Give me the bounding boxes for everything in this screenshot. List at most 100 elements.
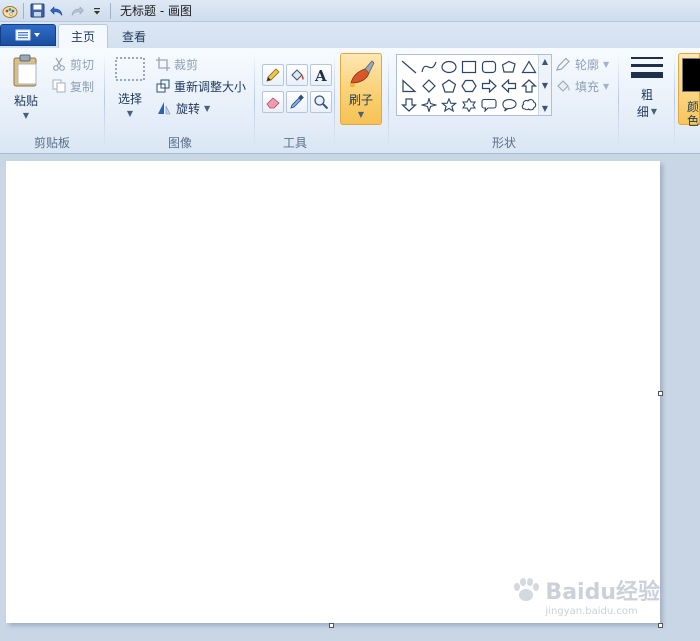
size-label-row: 细 ▼ xyxy=(637,103,657,120)
clipboard-icon xyxy=(13,54,37,87)
oval-callout-shape[interactable] xyxy=(499,95,519,114)
up-arrow-shape[interactable] xyxy=(519,76,539,95)
image-group-label: 图像 xyxy=(167,136,192,150)
ribbon: 粘贴 ▼ 剪切 复制 剪贴板 选择 ▼ 裁剪 重新调整大小 旋转 ▼ 图像 A … xyxy=(0,48,700,154)
window-title: 无标题 - 画图 xyxy=(120,4,192,18)
redo-icon[interactable] xyxy=(67,1,87,21)
copy-button[interactable]: 复制 xyxy=(52,76,94,96)
line-shape[interactable] xyxy=(399,57,419,76)
brushes-button[interactable]: 刷子 ▼ xyxy=(340,53,382,125)
copy-label: 复制 xyxy=(70,79,95,94)
brushes-dropdown-icon[interactable]: ▼ xyxy=(358,110,364,119)
size-group: 粗 细 ▼ xyxy=(620,48,674,154)
right-arrow-shape[interactable] xyxy=(479,76,499,95)
shapes-expand-icon[interactable]: ▼ xyxy=(542,104,548,113)
four-point-star-shape[interactable] xyxy=(419,95,439,114)
paste-button[interactable]: 粘贴 ▼ xyxy=(6,54,46,126)
canvas-workspace: Baidu经验 jingyan.baidu.com xyxy=(0,155,700,641)
crop-button[interactable]: 裁剪 xyxy=(156,54,198,74)
group-separator xyxy=(254,54,255,148)
color1-button[interactable]: 颜 色 xyxy=(678,53,700,128)
text-tool[interactable]: A xyxy=(310,64,332,86)
image-group: 选择 ▼ 裁剪 重新调整大小 旋转 ▼ 图像 xyxy=(106,48,254,154)
customize-qat-icon[interactable] xyxy=(87,1,107,21)
quick-access-toolbar xyxy=(0,0,114,22)
select-label: 选择 xyxy=(117,92,142,106)
fill-dropdown-icon[interactable]: ▼ xyxy=(603,82,609,91)
triangle-shape[interactable] xyxy=(519,57,539,76)
rotate-dropdown-icon[interactable]: ▼ xyxy=(204,104,210,113)
down-arrow-shape[interactable] xyxy=(399,95,419,114)
magnifier-tool[interactable] xyxy=(310,91,332,113)
baidu-watermark: Baidu经验 jingyan.baidu.com xyxy=(511,574,660,617)
rounded-callout-shape[interactable] xyxy=(479,95,499,114)
resize-label: 重新调整大小 xyxy=(174,79,247,94)
line-width-icon xyxy=(631,57,663,78)
left-arrow-shape[interactable] xyxy=(499,76,519,95)
oval-shape[interactable] xyxy=(439,57,459,76)
outline-label: 轮廓 xyxy=(575,57,600,72)
group-separator xyxy=(618,54,619,148)
watermark-brand: Baidu经验 xyxy=(545,580,660,605)
resize-icon xyxy=(156,79,170,93)
curve-shape[interactable] xyxy=(419,57,439,76)
size-button[interactable]: 粗 细 ▼ xyxy=(626,54,668,126)
crop-label: 裁剪 xyxy=(174,57,199,72)
outline-button[interactable]: 轮廓 ▼ xyxy=(556,54,609,74)
size-dropdown-icon[interactable]: ▼ xyxy=(651,107,657,116)
eraser-tool[interactable] xyxy=(262,91,284,113)
scissors-icon xyxy=(53,57,65,71)
right-triangle-shape[interactable] xyxy=(399,76,419,95)
color-picker-tool[interactable] xyxy=(286,91,308,113)
polygon-shape[interactable] xyxy=(499,57,519,76)
rounded-rectangle-shape[interactable] xyxy=(479,57,499,76)
tab-home[interactable]: 主页 xyxy=(58,24,109,48)
rectangle-shape[interactable] xyxy=(459,57,479,76)
paint-menu-button[interactable] xyxy=(0,24,56,46)
shapes-scroll-down-icon[interactable]: ▼ xyxy=(542,81,548,90)
outline-dropdown-icon[interactable]: ▼ xyxy=(603,60,609,69)
save-icon[interactable] xyxy=(27,1,47,21)
shapes-group: ▲ ▼ ▼ 轮廓 ▼ 填充 ▼ 形状 xyxy=(390,48,618,154)
clipboard-group: 粘贴 ▼ 剪切 复制 剪贴板 xyxy=(0,48,104,154)
pentagon-shape[interactable] xyxy=(439,76,459,95)
title-bar: 无标题 - 画图 xyxy=(0,0,700,22)
group-separator xyxy=(334,54,335,148)
shapes-scroll[interactable]: ▲ ▼ ▼ xyxy=(538,55,551,115)
five-point-star-shape[interactable] xyxy=(439,95,459,114)
six-point-star-shape[interactable] xyxy=(459,95,479,114)
resize-handle-bottom[interactable] xyxy=(329,623,334,628)
fill-shape-button[interactable]: 填充 ▼ xyxy=(556,76,609,96)
colors-group: 颜 色 xyxy=(678,48,700,154)
select-dropdown-icon[interactable]: ▼ xyxy=(127,109,133,118)
fill-label: 填充 xyxy=(575,79,600,94)
select-button[interactable]: 选择 ▼ xyxy=(110,56,150,126)
cut-button[interactable]: 剪切 xyxy=(52,54,94,74)
hexagon-shape[interactable] xyxy=(459,76,479,95)
brush-icon xyxy=(349,60,375,88)
pencil-tool[interactable] xyxy=(262,64,284,86)
undo-icon[interactable] xyxy=(47,1,67,21)
shapes-scroll-up-icon[interactable]: ▲ xyxy=(542,57,548,66)
rotate-button[interactable]: 旋转 ▼ xyxy=(156,98,210,118)
resize-handle-right[interactable] xyxy=(658,391,663,396)
size-label-line2: 细 xyxy=(636,105,649,119)
eyedropper-icon xyxy=(290,94,304,109)
diamond-shape[interactable] xyxy=(419,76,439,95)
group-separator xyxy=(388,54,389,148)
tab-home-label: 主页 xyxy=(71,30,96,44)
selection-rectangle-icon xyxy=(115,57,145,81)
drawing-canvas[interactable] xyxy=(6,161,660,623)
paste-dropdown-icon[interactable]: ▼ xyxy=(23,111,29,120)
paint-app-icon[interactable] xyxy=(0,1,20,21)
resize-handle-corner[interactable] xyxy=(658,623,663,628)
cloud-callout-shape[interactable] xyxy=(519,95,539,114)
tab-view[interactable]: 查看 xyxy=(110,24,158,48)
shapes-gallery[interactable]: ▲ ▼ ▼ xyxy=(396,54,552,116)
brushes-group: 刷子 ▼ xyxy=(336,48,388,154)
resize-button[interactable]: 重新调整大小 xyxy=(156,76,246,96)
magnifier-icon xyxy=(314,95,329,110)
fill-tool[interactable] xyxy=(286,64,308,86)
copy-icon xyxy=(52,79,66,93)
fill-bucket-icon xyxy=(557,80,570,92)
